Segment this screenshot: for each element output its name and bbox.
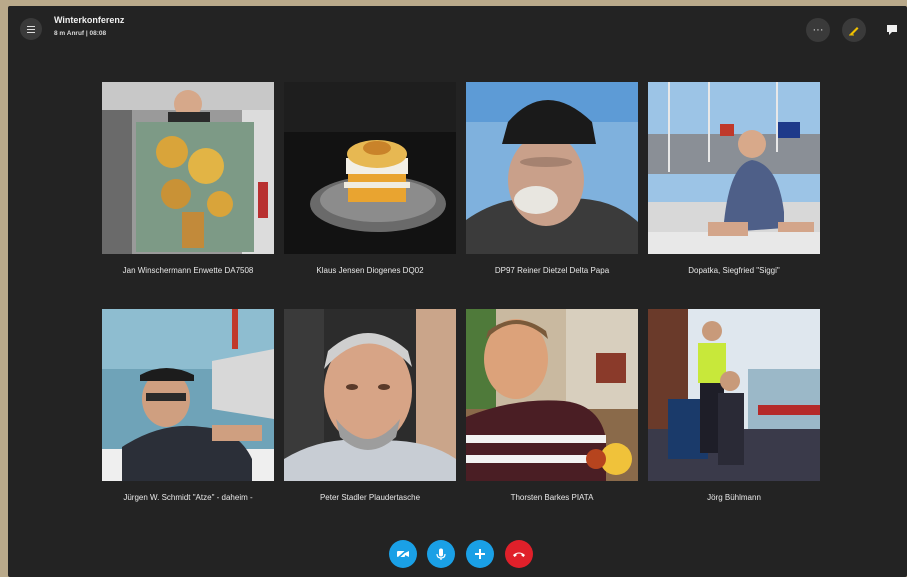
- call-subtitle: 8 m Anruf | 08:08: [54, 30, 107, 37]
- menu-icon: [27, 25, 35, 33]
- participant-name: Jörg Bühlmann: [707, 493, 761, 502]
- participant-tile[interactable]: Klaus Jensen Diogenes DQ02: [284, 82, 456, 277]
- participant-tile[interactable]: DP97 Reiner Dietzel Delta Papa: [466, 82, 638, 277]
- mic-toggle-button[interactable]: [427, 540, 455, 568]
- participant-tile[interactable]: Jürgen W. Schmidt "Atze" - daheim -: [102, 309, 274, 504]
- participant-name: Thorsten Barkes PIATA: [510, 493, 594, 502]
- hangup-button[interactable]: [505, 540, 533, 568]
- video-toggle-button[interactable]: [389, 540, 417, 568]
- add-icon: [475, 549, 485, 559]
- add-participant-button[interactable]: [466, 540, 494, 568]
- chat-icon: [887, 25, 897, 35]
- highlight-button[interactable]: [842, 18, 866, 42]
- call-title: Winterkonferenz: [54, 15, 125, 25]
- participant-name: Jan Winschermann Enwette DA7508: [122, 266, 254, 275]
- chat-button[interactable]: [880, 18, 904, 42]
- menu-button[interactable]: [20, 18, 42, 40]
- participant-video: [648, 309, 820, 481]
- participant-tile[interactable]: Thorsten Barkes PIATA: [466, 309, 638, 504]
- hangup-icon: [513, 552, 525, 557]
- participant-name: Peter Stadler Plaudertasche: [319, 493, 421, 502]
- participant-tile[interactable]: Jörg Bühlmann: [648, 309, 820, 504]
- participant-name: Klaus Jensen Diogenes DQ02: [316, 266, 424, 275]
- participant-tile[interactable]: Dopatka, Siegfried "Siggi": [648, 82, 820, 277]
- participant-name: Dopatka, Siegfried "Siggi": [688, 266, 780, 275]
- video-icon: [396, 548, 409, 560]
- top-bar: Winterkonferenz 8 m Anruf | 08:08 ···: [8, 6, 907, 52]
- participant-video: [284, 309, 456, 481]
- mic-icon: [436, 548, 446, 560]
- participant-video: [102, 82, 274, 254]
- participant-video: [102, 309, 274, 481]
- call-controls: [8, 540, 907, 570]
- participant-name: Jürgen W. Schmidt "Atze" - daheim -: [123, 493, 253, 502]
- participant-name: DP97 Reiner Dietzel Delta Papa: [494, 266, 610, 275]
- participant-video: [466, 309, 638, 481]
- highlight-icon: [849, 27, 859, 36]
- participant-tile[interactable]: Jan Winschermann Enwette DA7508: [102, 82, 274, 277]
- more-options-button[interactable]: ···: [806, 18, 830, 42]
- participant-video: [284, 82, 456, 254]
- participant-video: [648, 82, 820, 254]
- participant-video: [466, 82, 638, 254]
- more-icon: ···: [812, 24, 824, 36]
- participant-tile[interactable]: Peter Stadler Plaudertasche: [284, 309, 456, 504]
- call-window: Winterkonferenz 8 m Anruf | 08:08 ··· Ja…: [8, 6, 907, 577]
